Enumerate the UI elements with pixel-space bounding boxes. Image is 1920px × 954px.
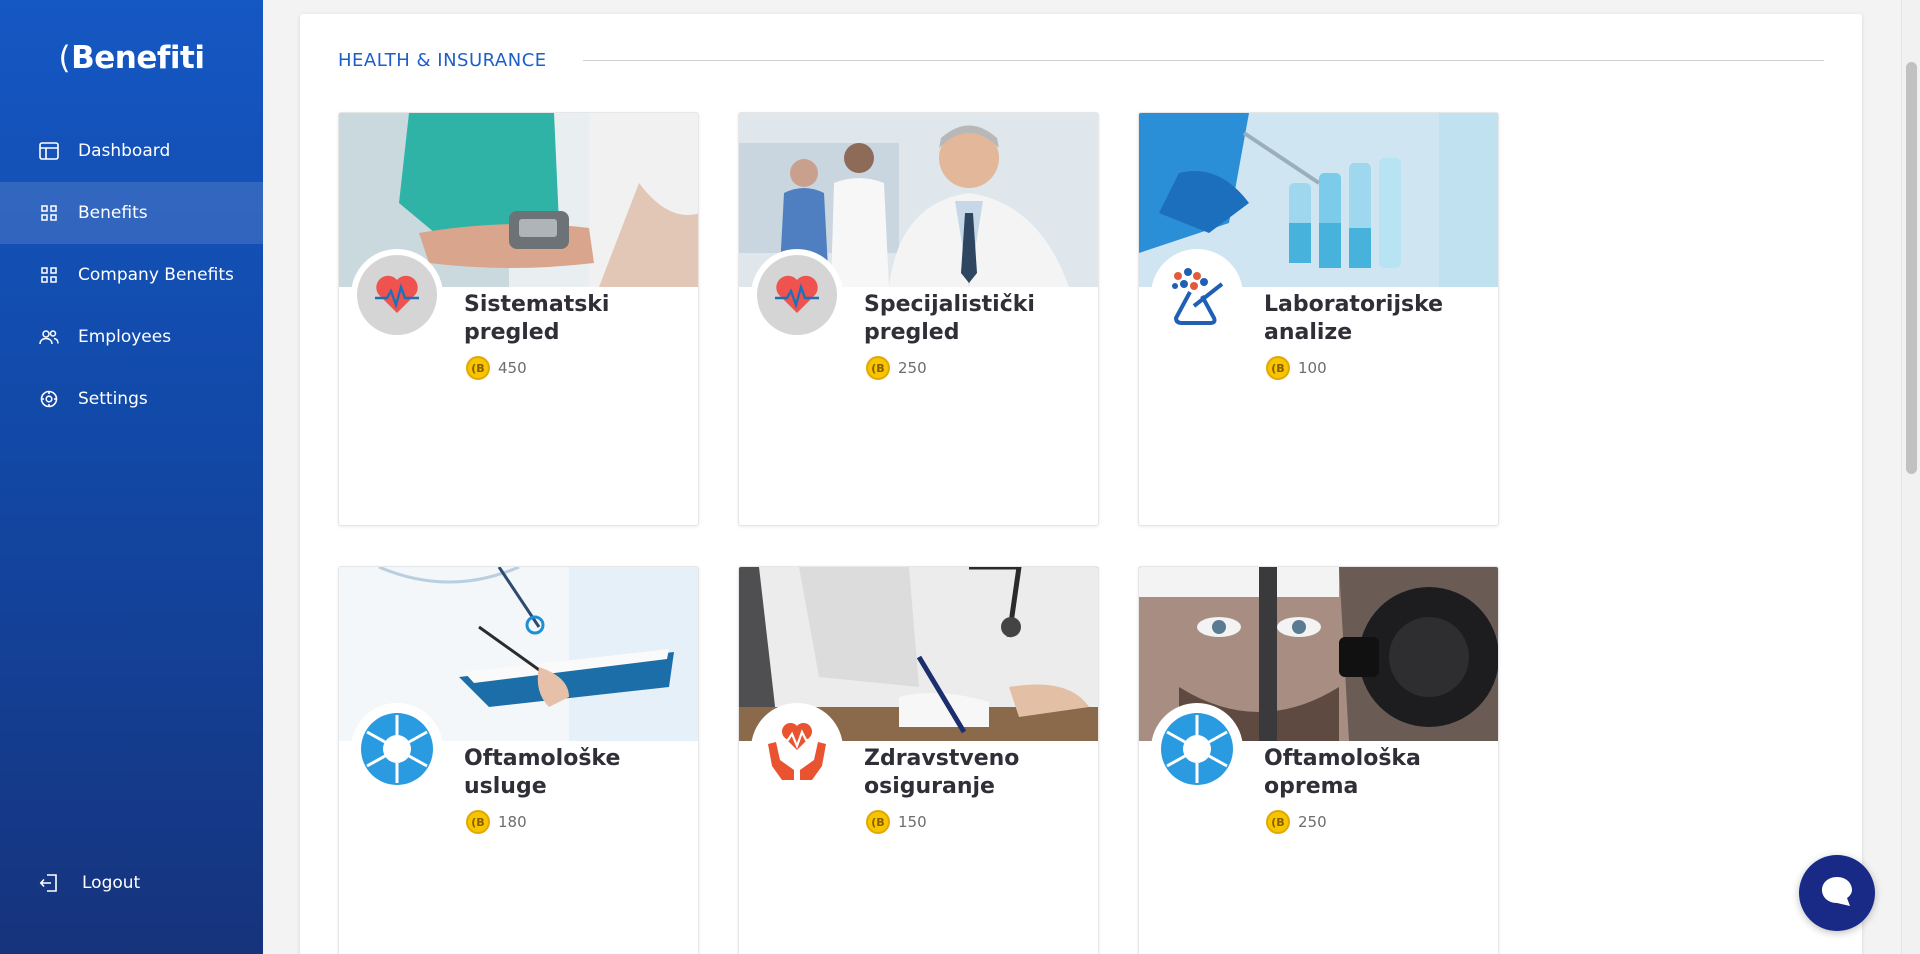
- benefit-card[interactable]: Zdravstveno osiguranje (B 150: [738, 566, 1099, 954]
- coin-icon: (B: [1266, 356, 1290, 380]
- card-title: Zdravstveno osiguranje: [864, 746, 1020, 799]
- gear-icon: [38, 388, 60, 410]
- coin-icon: (B: [466, 810, 490, 834]
- benefit-card[interactable]: Specijalistički pregled (B 250: [738, 112, 1099, 526]
- card-price: (B 150: [866, 810, 927, 834]
- logout-button[interactable]: Logout: [38, 872, 140, 894]
- divider: [582, 60, 1824, 61]
- price-value: 250: [898, 359, 927, 377]
- sidebar-item-label: Employees: [78, 327, 172, 347]
- coin-icon: (B: [866, 356, 890, 380]
- benefit-card[interactable]: Oftamološka oprema (B 250: [1138, 566, 1499, 954]
- heart-hands-icon: [757, 709, 837, 789]
- card-title: Oftamološka oprema: [1264, 746, 1421, 799]
- card-title: Sistematski pregled: [464, 292, 610, 345]
- price-value: 250: [1298, 813, 1327, 831]
- benefit-badge: [751, 249, 843, 341]
- grid-icon: [38, 202, 60, 224]
- dashboard-icon: [38, 140, 60, 162]
- heart-pulse-icon: [757, 255, 837, 335]
- price-value: 100: [1298, 359, 1327, 377]
- sidebar-item-settings[interactable]: Settings: [0, 368, 263, 430]
- logout-label: Logout: [82, 873, 141, 893]
- benefit-card[interactable]: Oftamološke usluge (B 180: [338, 566, 699, 954]
- sidebar-item-employees[interactable]: Employees: [0, 306, 263, 368]
- page-scrollbar[interactable]: [1901, 0, 1920, 954]
- chat-bubble-icon: [1819, 873, 1855, 913]
- sidebar-item-label: Settings: [78, 389, 148, 409]
- scrollbar-thumb[interactable]: [1906, 62, 1917, 474]
- benefit-badge: [351, 703, 443, 795]
- sidebar-item-company-benefits[interactable]: Company Benefits: [0, 244, 263, 306]
- sidebar-item-benefits[interactable]: Benefits: [0, 182, 263, 244]
- price-value: 180: [498, 813, 527, 831]
- brand-logo[interactable]: (Benefiti: [0, 40, 263, 76]
- price-value: 150: [898, 813, 927, 831]
- sidebar-item-dashboard[interactable]: Dashboard: [0, 120, 263, 182]
- sidebar-item-label: Company Benefits: [78, 265, 234, 285]
- card-price: (B 250: [1266, 810, 1327, 834]
- sidebar-nav: Dashboard Benefits Company Benefits Empl…: [0, 120, 263, 430]
- card-title: Specijalistički pregled: [864, 292, 1035, 345]
- grid-icon: [38, 264, 60, 286]
- sidebar: (Benefiti Dashboard Benefits Company Ben…: [0, 0, 263, 954]
- benefit-badge: [351, 249, 443, 341]
- lab-flask-icon: [1157, 255, 1237, 335]
- card-price: (B 250: [866, 356, 927, 380]
- chat-button[interactable]: [1799, 855, 1875, 931]
- logout-icon: [38, 872, 60, 894]
- sidebar-item-label: Dashboard: [78, 141, 171, 161]
- aperture-icon: [357, 709, 437, 789]
- coin-icon: (B: [866, 810, 890, 834]
- benefit-badge: [1151, 249, 1243, 341]
- benefit-badge: [751, 703, 843, 795]
- card-title: Laboratorijske analize: [1264, 292, 1444, 345]
- users-icon: [38, 326, 60, 348]
- coin-icon: (B: [1266, 810, 1290, 834]
- benefit-card[interactable]: Laboratorijske analize (B 100: [1138, 112, 1499, 526]
- price-value: 450: [498, 359, 527, 377]
- benefit-badge: [1151, 703, 1243, 795]
- section-title: HEALTH & INSURANCE: [338, 50, 547, 71]
- aperture-icon: [1157, 709, 1237, 789]
- benefits-panel: HEALTH & INSURANCE Sistematski pregled (B: [300, 14, 1862, 954]
- coin-icon: (B: [466, 356, 490, 380]
- card-price: (B 180: [466, 810, 527, 834]
- card-price: (B 100: [1266, 356, 1327, 380]
- benefit-card[interactable]: Sistematski pregled (B 450: [338, 112, 699, 526]
- section-header: HEALTH & INSURANCE: [338, 50, 1824, 71]
- card-price: (B 450: [466, 356, 527, 380]
- heart-pulse-icon: [357, 255, 437, 335]
- card-title: Oftamološke usluge: [464, 746, 621, 799]
- sidebar-item-label: Benefits: [78, 203, 148, 223]
